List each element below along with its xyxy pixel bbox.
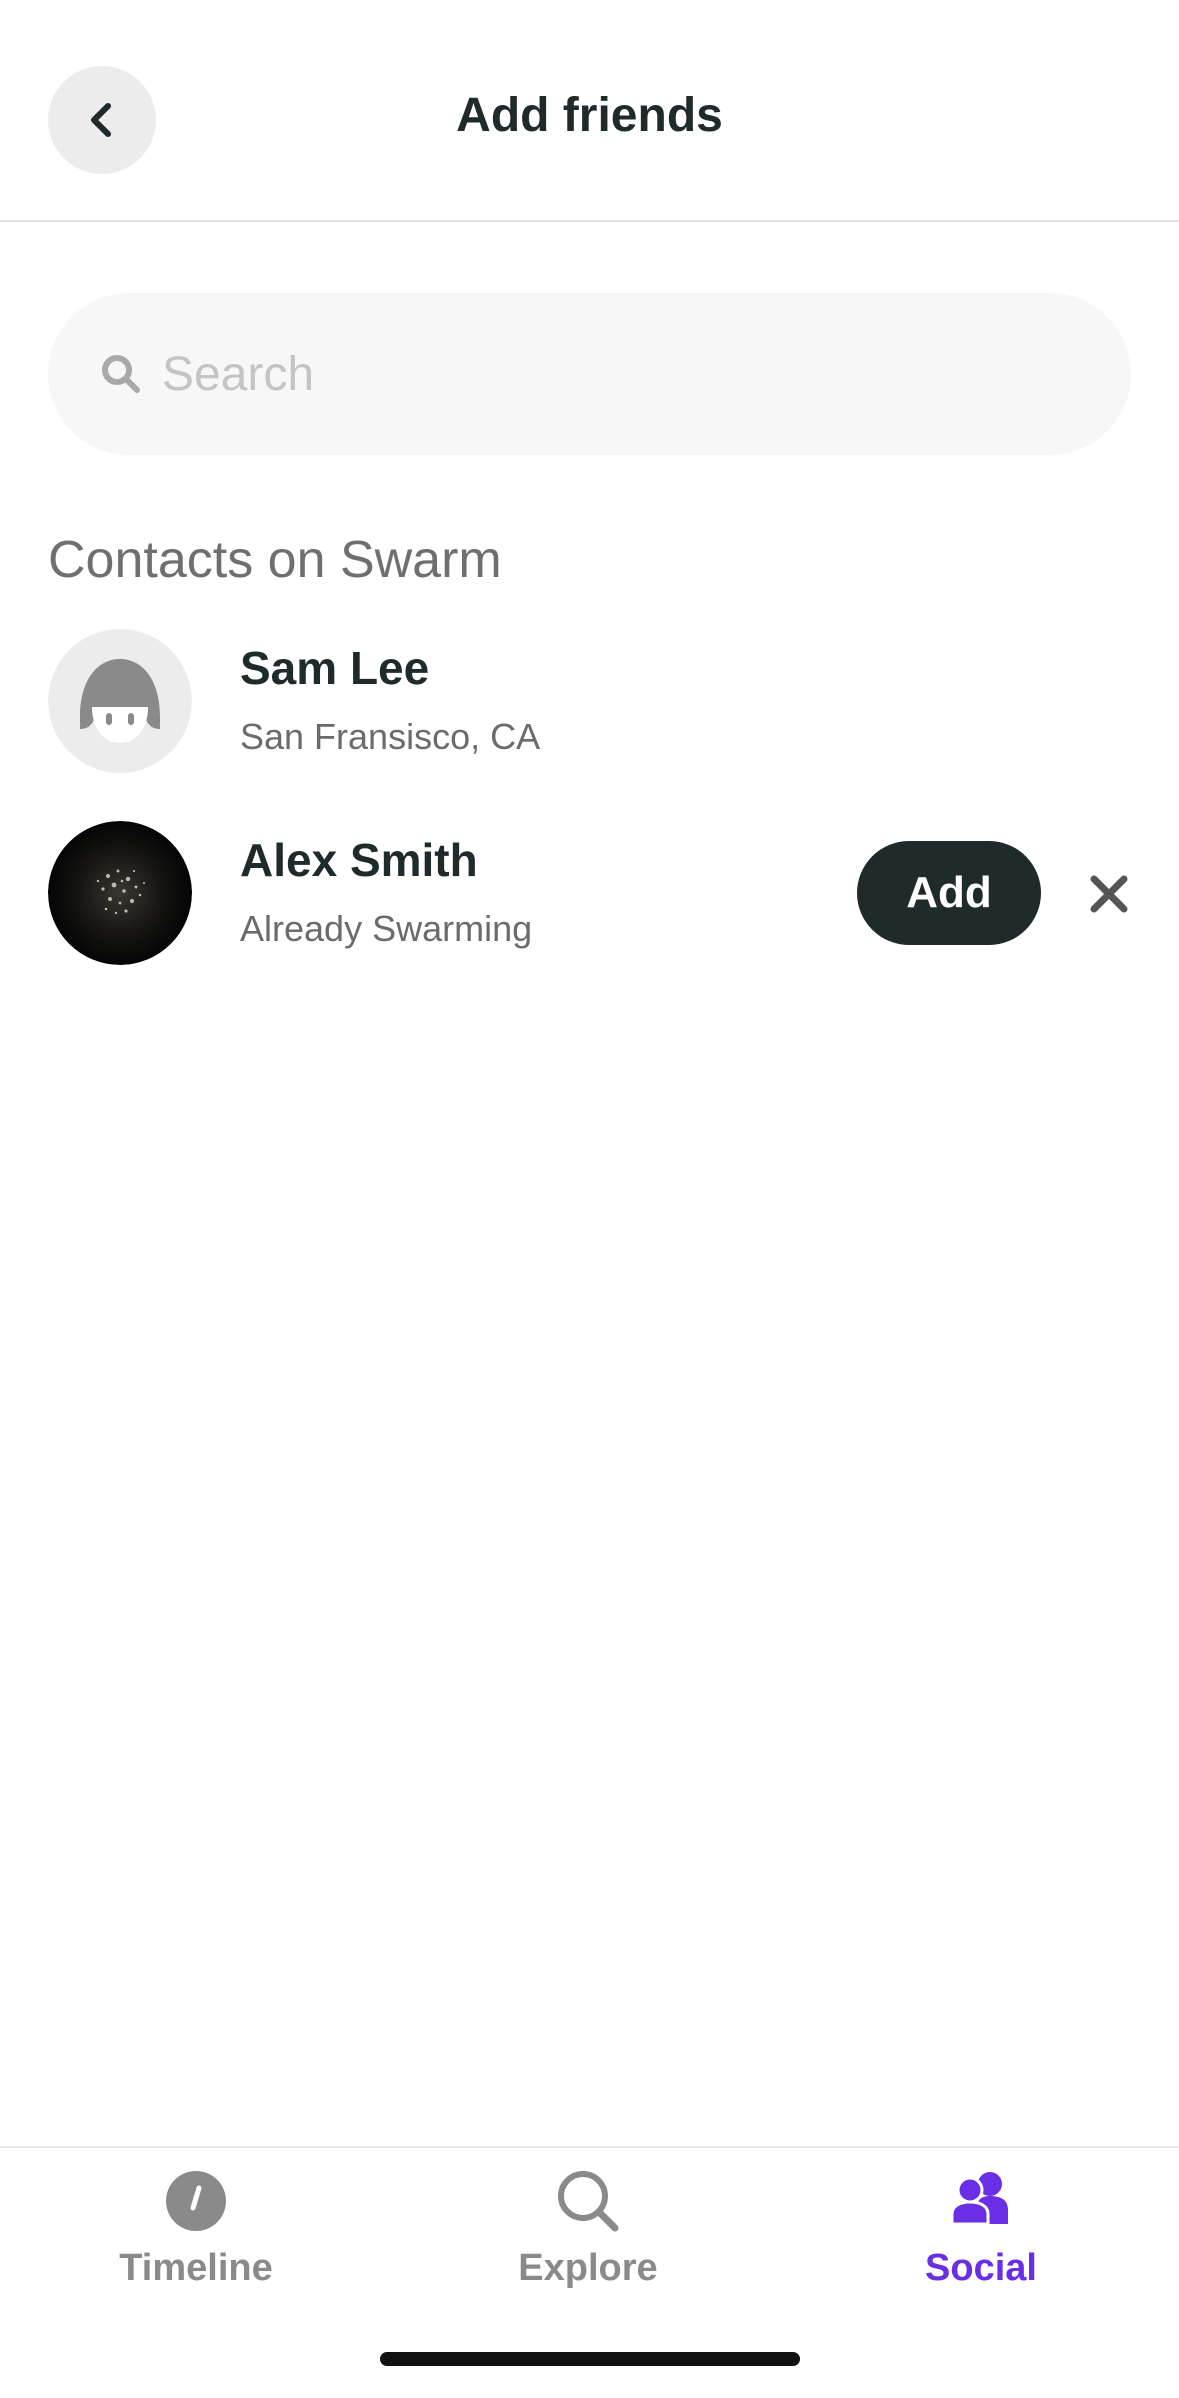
contact-location: San Fransisco, CA	[240, 716, 541, 757]
clock-icon	[166, 2171, 226, 2231]
contact-row[interactable]: Sam Lee San Fransisco, CA	[0, 629, 1179, 775]
top-nav-bar: Add friends	[0, 0, 1179, 222]
default-avatar-icon	[48, 629, 192, 773]
close-icon	[1090, 875, 1128, 913]
contact-name: Sam Lee	[240, 642, 430, 694]
search-icon	[102, 355, 140, 393]
add-friend-button[interactable]: Add	[857, 841, 1041, 945]
page-title: Add friends	[456, 89, 723, 142]
tab-label: Timeline	[119, 2247, 273, 2289]
tab-timeline[interactable]: Timeline	[66, 2168, 326, 2298]
search-icon	[558, 2171, 619, 2232]
home-indicator	[380, 2352, 800, 2366]
tab-label: Social	[925, 2247, 1037, 2289]
photo-avatar	[48, 821, 192, 965]
tab-label: Explore	[518, 2247, 658, 2289]
search-input[interactable]	[162, 333, 1082, 415]
section-title-contacts: Contacts on Swarm	[48, 531, 502, 589]
dismiss-button[interactable]	[1086, 871, 1132, 917]
contact-row[interactable]: Alex Smith Already Swarming Add	[0, 821, 1179, 967]
contact-name: Alex Smith	[240, 834, 478, 886]
tab-social[interactable]: Social	[851, 2168, 1111, 2298]
search-bar[interactable]	[48, 293, 1131, 455]
tab-explore[interactable]: Explore	[458, 2168, 718, 2298]
people-icon	[950, 2172, 1008, 2226]
contact-status: Already Swarming	[240, 908, 533, 949]
